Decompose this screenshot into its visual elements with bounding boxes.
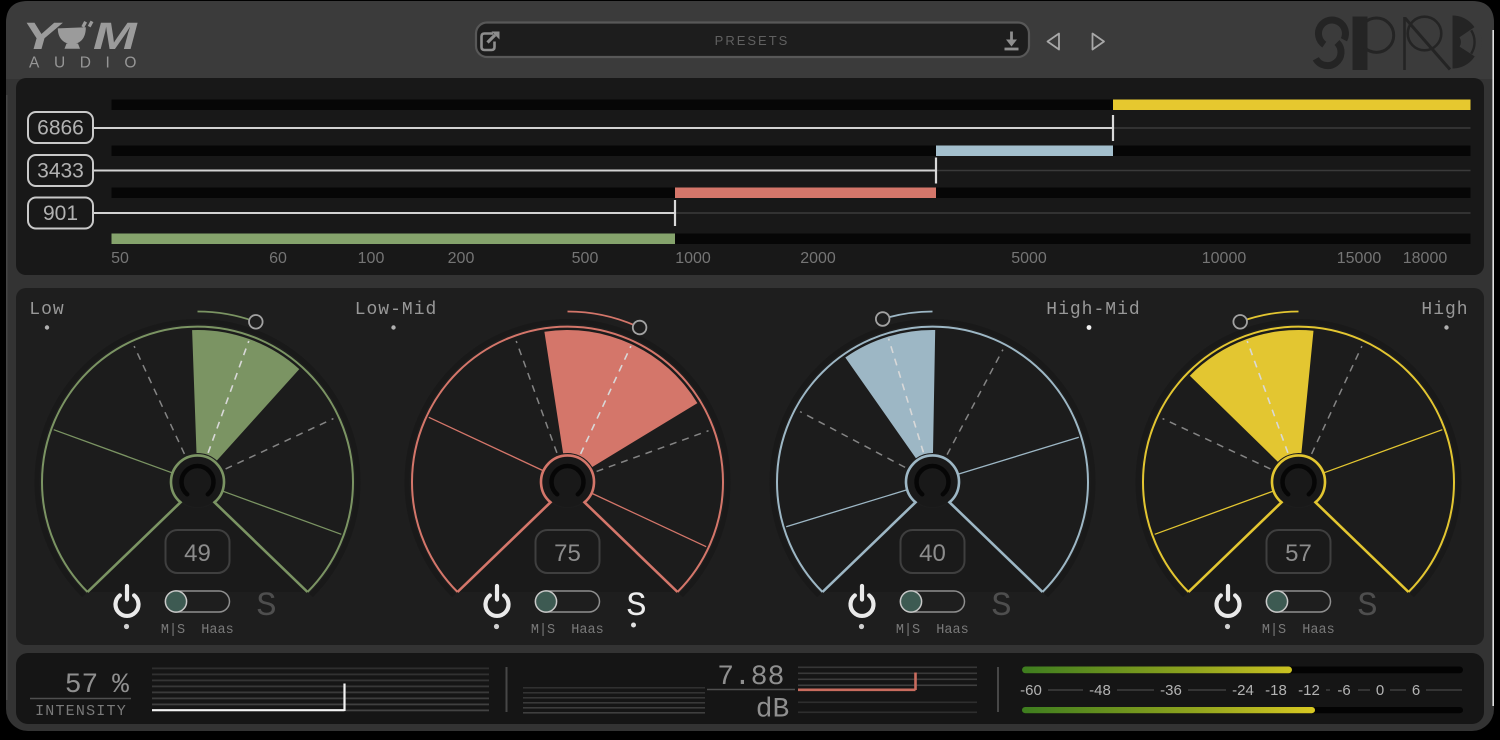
svg-text:40: 40 — [919, 540, 946, 567]
svg-text:M|S: M|S — [531, 623, 555, 638]
svg-text:S: S — [1357, 588, 1377, 626]
svg-text:6: 6 — [1412, 682, 1420, 699]
svg-text:-24: -24 — [1232, 682, 1254, 699]
svg-text:57: 57 — [65, 670, 99, 701]
svg-text:M: M — [93, 15, 138, 57]
svg-text:Low-Mid: Low-Mid — [355, 300, 438, 320]
svg-text:M|S: M|S — [896, 623, 920, 638]
svg-text:10000: 10000 — [1202, 250, 1247, 267]
svg-text:2000: 2000 — [800, 250, 836, 267]
svg-text:7.88: 7.88 — [717, 662, 784, 693]
svg-text:Haas: Haas — [201, 623, 233, 638]
svg-text:200: 200 — [448, 250, 475, 267]
svg-text:AUDIO: AUDIO — [29, 55, 151, 72]
svg-text:500: 500 — [572, 250, 599, 267]
svg-text:50: 50 — [111, 250, 129, 267]
svg-text:dB: dB — [756, 695, 790, 726]
svg-text:Haas: Haas — [1302, 623, 1334, 638]
svg-text:100: 100 — [358, 250, 385, 267]
svg-text:S: S — [626, 588, 646, 626]
svg-text:M|S: M|S — [1262, 623, 1286, 638]
svg-text:-12: -12 — [1298, 682, 1320, 699]
svg-text:-60: -60 — [1020, 682, 1042, 699]
svg-text:49: 49 — [184, 540, 211, 567]
svg-text:INTENSITY: INTENSITY — [35, 703, 127, 720]
svg-text:57: 57 — [1285, 540, 1312, 567]
svg-text:Haas: Haas — [936, 623, 968, 638]
svg-text:901: 901 — [43, 202, 78, 225]
svg-text:3433: 3433 — [37, 160, 84, 183]
svg-text:PRESETS: PRESETS — [715, 33, 790, 48]
svg-text:-48: -48 — [1089, 682, 1111, 699]
svg-text:5000: 5000 — [1011, 250, 1047, 267]
svg-text:S: S — [256, 588, 276, 626]
svg-text:M|S: M|S — [161, 623, 185, 638]
svg-text:Haas: Haas — [571, 623, 603, 638]
svg-text:High: High — [1421, 300, 1468, 320]
svg-text:-36: -36 — [1160, 682, 1182, 699]
svg-text:15000: 15000 — [1337, 250, 1382, 267]
svg-text:-6: -6 — [1337, 682, 1350, 699]
svg-text:1000: 1000 — [675, 250, 711, 267]
svg-text:S: S — [991, 588, 1011, 626]
svg-text:%: % — [112, 670, 129, 701]
svg-text:Low: Low — [29, 300, 64, 320]
svg-text:0: 0 — [1376, 682, 1384, 699]
svg-text:-18: -18 — [1265, 682, 1287, 699]
svg-text:75: 75 — [554, 540, 581, 567]
svg-text:18000: 18000 — [1403, 250, 1448, 267]
svg-text:60: 60 — [269, 250, 287, 267]
svg-text:6866: 6866 — [37, 117, 84, 140]
svg-text:Y: Y — [22, 15, 64, 58]
svg-text:High-Mid: High-Mid — [1046, 300, 1140, 320]
